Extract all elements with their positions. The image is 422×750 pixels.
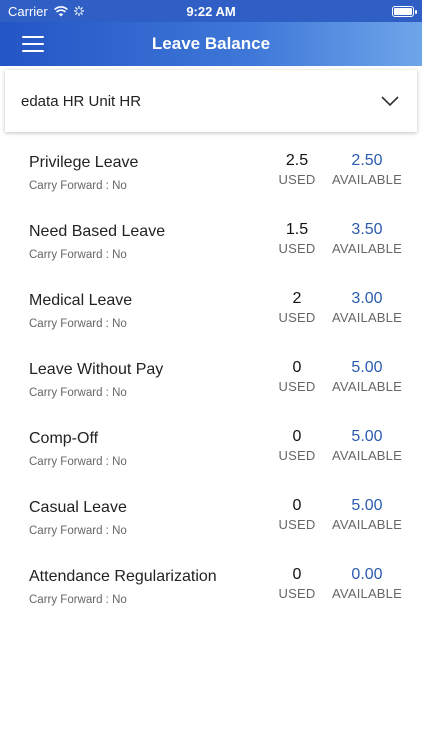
used-block: 1.5 USED	[276, 221, 318, 256]
available-caption: AVAILABLE	[332, 310, 402, 325]
used-block: 0 USED	[276, 428, 318, 463]
available-block: 2.50 AVAILABLE	[328, 152, 406, 187]
available-value: 5.00	[351, 428, 383, 445]
unit-dropdown[interactable]: edata HR Unit HR	[5, 70, 417, 132]
leave-name: Comp-Off	[29, 430, 99, 447]
available-block: 3.00 AVAILABLE	[328, 290, 406, 325]
available-value: 0.00	[351, 566, 383, 583]
available-caption: AVAILABLE	[332, 172, 402, 187]
used-value: 0	[292, 497, 302, 514]
list-item: Medical Leave Carry Forward : No 2 USED …	[0, 286, 422, 355]
used-caption: USED	[278, 172, 316, 187]
carry-forward-label: Carry Forward : No	[29, 594, 127, 606]
carry-forward-label: Carry Forward : No	[29, 180, 127, 192]
used-value: 0	[292, 566, 302, 583]
used-caption: USED	[278, 310, 316, 325]
leave-name: Privilege Leave	[29, 154, 139, 171]
available-block: 3.50 AVAILABLE	[328, 221, 406, 256]
used-block: 0 USED	[276, 497, 318, 532]
available-value: 3.00	[351, 290, 383, 307]
nav-bar: Leave Balance	[0, 22, 422, 66]
used-caption: USED	[278, 379, 316, 394]
menu-button[interactable]	[22, 36, 44, 52]
used-value: 1.5	[285, 221, 309, 238]
leave-name: Need Based Leave	[29, 223, 166, 240]
used-caption: USED	[278, 241, 316, 256]
available-caption: AVAILABLE	[332, 517, 402, 532]
unit-dropdown-value: edata HR Unit HR	[21, 92, 142, 110]
list-item: Need Based Leave Carry Forward : No 1.5 …	[0, 217, 422, 286]
leave-name: Attendance Regularization	[29, 568, 217, 585]
used-block: 0 USED	[276, 566, 318, 601]
carry-forward-label: Carry Forward : No	[29, 249, 127, 261]
available-caption: AVAILABLE	[332, 241, 402, 256]
available-caption: AVAILABLE	[332, 379, 402, 394]
leave-name: Casual Leave	[29, 499, 127, 516]
list-item: Attendance Regularization Carry Forward …	[0, 562, 422, 631]
used-caption: USED	[278, 586, 316, 601]
used-value: 0	[292, 359, 302, 376]
available-block: 5.00 AVAILABLE	[328, 359, 406, 394]
wifi-icon	[53, 5, 68, 16]
available-value: 5.00	[351, 497, 383, 514]
carry-forward-label: Carry Forward : No	[29, 525, 127, 537]
used-block: 0 USED	[276, 359, 318, 394]
available-caption: AVAILABLE	[332, 586, 402, 601]
available-caption: AVAILABLE	[332, 448, 402, 463]
available-block: 5.00 AVAILABLE	[328, 497, 406, 532]
list-item: Leave Without Pay Carry Forward : No 0 U…	[0, 355, 422, 424]
carry-forward-label: Carry Forward : No	[29, 387, 127, 399]
available-block: 5.00 AVAILABLE	[328, 428, 406, 463]
available-value: 3.50	[351, 221, 383, 238]
chevron-down-icon	[381, 96, 399, 107]
list-item: Privilege Leave Carry Forward : No 2.5 U…	[0, 148, 422, 217]
used-value: 0	[292, 428, 302, 445]
available-block: 0.00 AVAILABLE	[328, 566, 406, 601]
status-bar: Carrier 9:22 AM	[0, 0, 422, 22]
list-item: Comp-Off Carry Forward : No 0 USED 5.00 …	[0, 424, 422, 493]
loading-icon	[73, 6, 84, 16]
used-value: 2	[292, 290, 302, 307]
leave-name: Leave Without Pay	[29, 361, 164, 378]
used-block: 2.5 USED	[276, 152, 318, 187]
list-item: Casual Leave Carry Forward : No 0 USED 5…	[0, 493, 422, 562]
carrier-label: Carrier	[8, 3, 48, 19]
page-title: Leave Balance	[151, 34, 271, 53]
status-left: Carrier	[8, 4, 84, 19]
carry-forward-label: Carry Forward : No	[29, 456, 127, 468]
available-value: 2.50	[351, 152, 383, 169]
used-caption: USED	[278, 448, 316, 463]
used-value: 2.5	[285, 152, 309, 169]
available-value: 5.00	[351, 359, 383, 376]
battery-icon	[392, 5, 417, 17]
leave-list: Privilege Leave Carry Forward : No 2.5 U…	[0, 148, 422, 631]
used-block: 2 USED	[276, 290, 318, 325]
leave-name: Medical Leave	[29, 292, 133, 309]
carry-forward-label: Carry Forward : No	[29, 318, 127, 330]
used-caption: USED	[278, 517, 316, 532]
